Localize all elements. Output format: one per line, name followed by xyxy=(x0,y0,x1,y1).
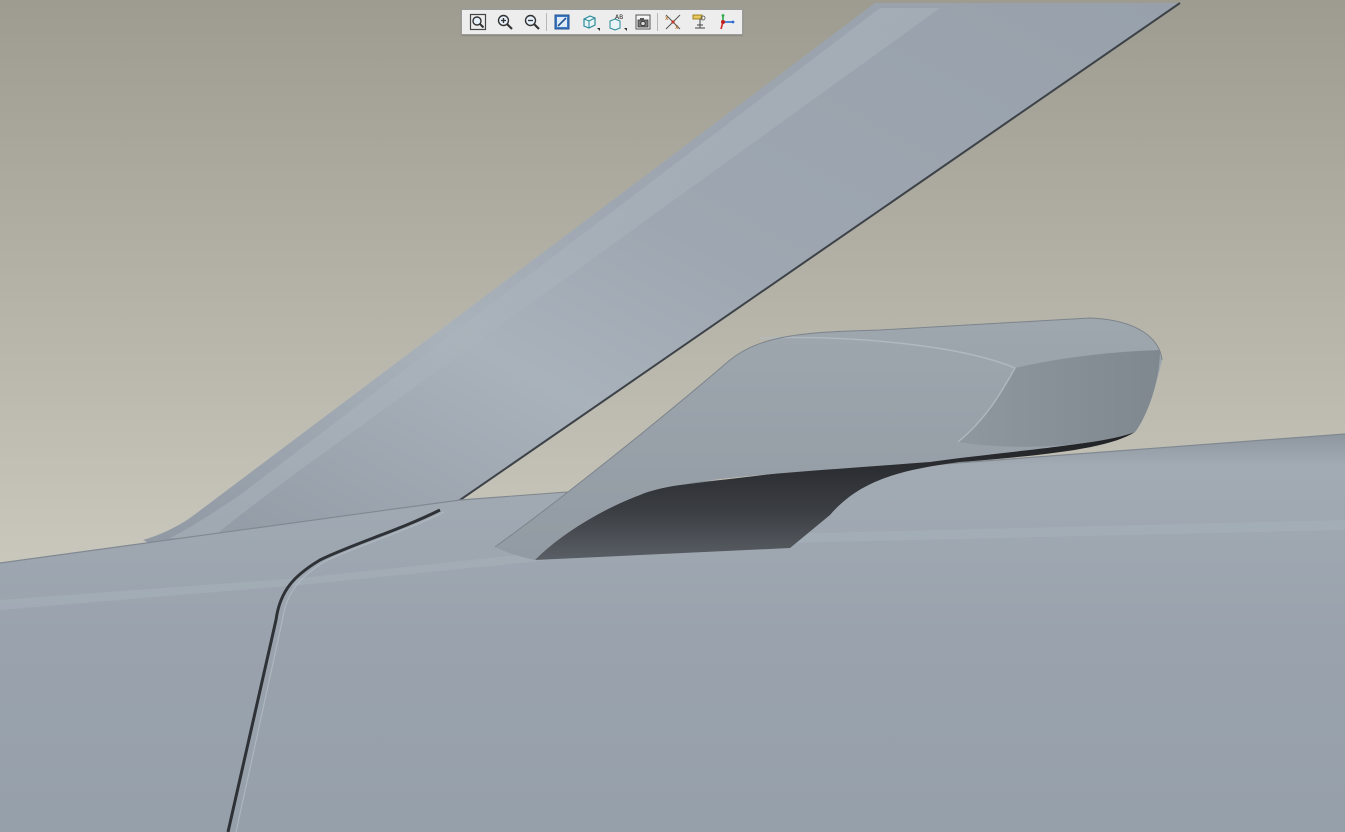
zoom-in-button[interactable] xyxy=(492,11,518,33)
view-manager-button[interactable] xyxy=(630,11,656,33)
display-style-flyout-arrow xyxy=(596,28,600,31)
display-style-cube-icon xyxy=(582,15,596,29)
annotation-display-icon xyxy=(692,14,705,29)
saved-orientations-flyout-arrow xyxy=(623,28,627,31)
svg-text:x: x xyxy=(665,15,669,22)
datum-display-button[interactable]: x x xyxy=(660,11,686,33)
spin-center-icon xyxy=(719,14,734,30)
view-manager-camera-icon xyxy=(635,14,650,30)
refit-zoom-icon xyxy=(469,13,486,31)
display-style-button[interactable] xyxy=(576,11,602,33)
saved-orientations-label: AB xyxy=(615,14,623,21)
repaint-icon xyxy=(554,14,569,30)
toolbar-separator xyxy=(546,13,547,31)
zoom-out-icon xyxy=(524,14,540,30)
zoom-out-button[interactable] xyxy=(519,11,545,33)
3d-viewport[interactable]: AB x x xyxy=(0,0,1345,832)
datum-display-icon: x x xyxy=(665,14,680,31)
saved-orientations-button[interactable]: AB xyxy=(603,11,629,33)
cad-model-scene[interactable] xyxy=(0,0,1345,832)
toolbar-separator xyxy=(657,13,658,31)
annotation-display-button[interactable] xyxy=(687,11,713,33)
zoom-in-icon xyxy=(497,14,513,30)
spin-center-button[interactable] xyxy=(714,11,740,33)
refit-button[interactable] xyxy=(465,11,491,33)
svg-text:x: x xyxy=(675,24,679,31)
repaint-button[interactable] xyxy=(549,11,575,33)
saved-orientations-icon: AB xyxy=(609,14,623,31)
view-toolbar: AB x x xyxy=(461,9,743,35)
